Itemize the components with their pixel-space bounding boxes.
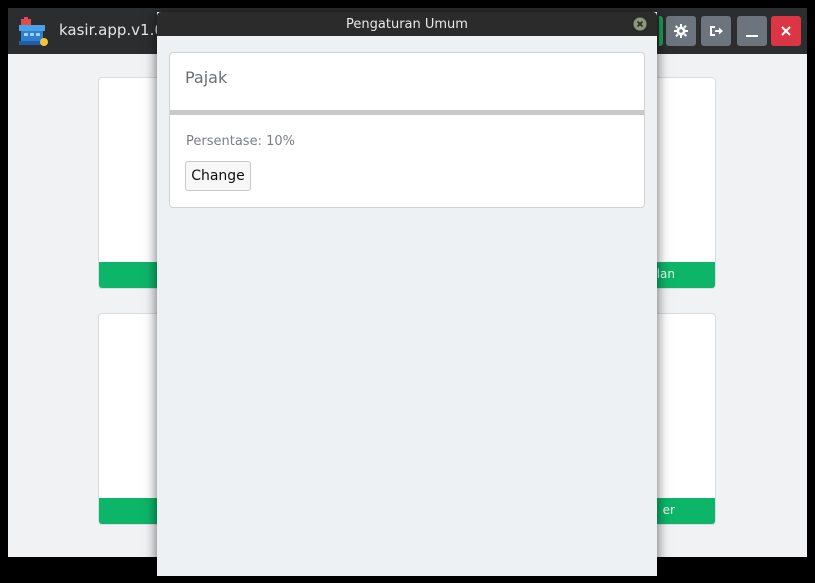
close-icon	[781, 26, 791, 36]
change-button[interactable]: Change	[185, 161, 251, 191]
dialog-title: Pengaturan Umum	[346, 17, 468, 32]
close-app-button[interactable]	[771, 16, 801, 46]
sign-out-icon	[710, 26, 723, 36]
gear-icon	[674, 24, 688, 38]
card-footer-label: lan	[656, 267, 675, 281]
minimize-button[interactable]	[737, 16, 767, 46]
dialog-titlebar[interactable]: Pengaturan Umum	[157, 12, 657, 36]
card-footer-label: er	[662, 503, 675, 517]
header-green-edge	[659, 16, 663, 46]
logout-button[interactable]	[701, 16, 731, 46]
settings-dialog: Pengaturan Umum Pajak Persentase: 10% Ch…	[157, 12, 657, 576]
dialog-close-icon[interactable]	[633, 17, 647, 31]
tax-percentage-row: Persentase: 10%	[186, 134, 295, 149]
tax-panel: Pajak Persentase: 10% Change	[169, 52, 645, 208]
label-separator: :	[257, 134, 262, 149]
app-title: kasir.app.v1.0	[59, 21, 164, 39]
minimize-icon	[746, 35, 758, 37]
panel-divider	[170, 110, 644, 115]
cash-register-icon	[19, 17, 48, 46]
tax-percentage-value: 10%	[266, 134, 296, 149]
tax-percentage-label: Persentase	[186, 134, 258, 149]
panel-heading: Pajak	[185, 68, 228, 87]
settings-button[interactable]	[666, 16, 696, 46]
